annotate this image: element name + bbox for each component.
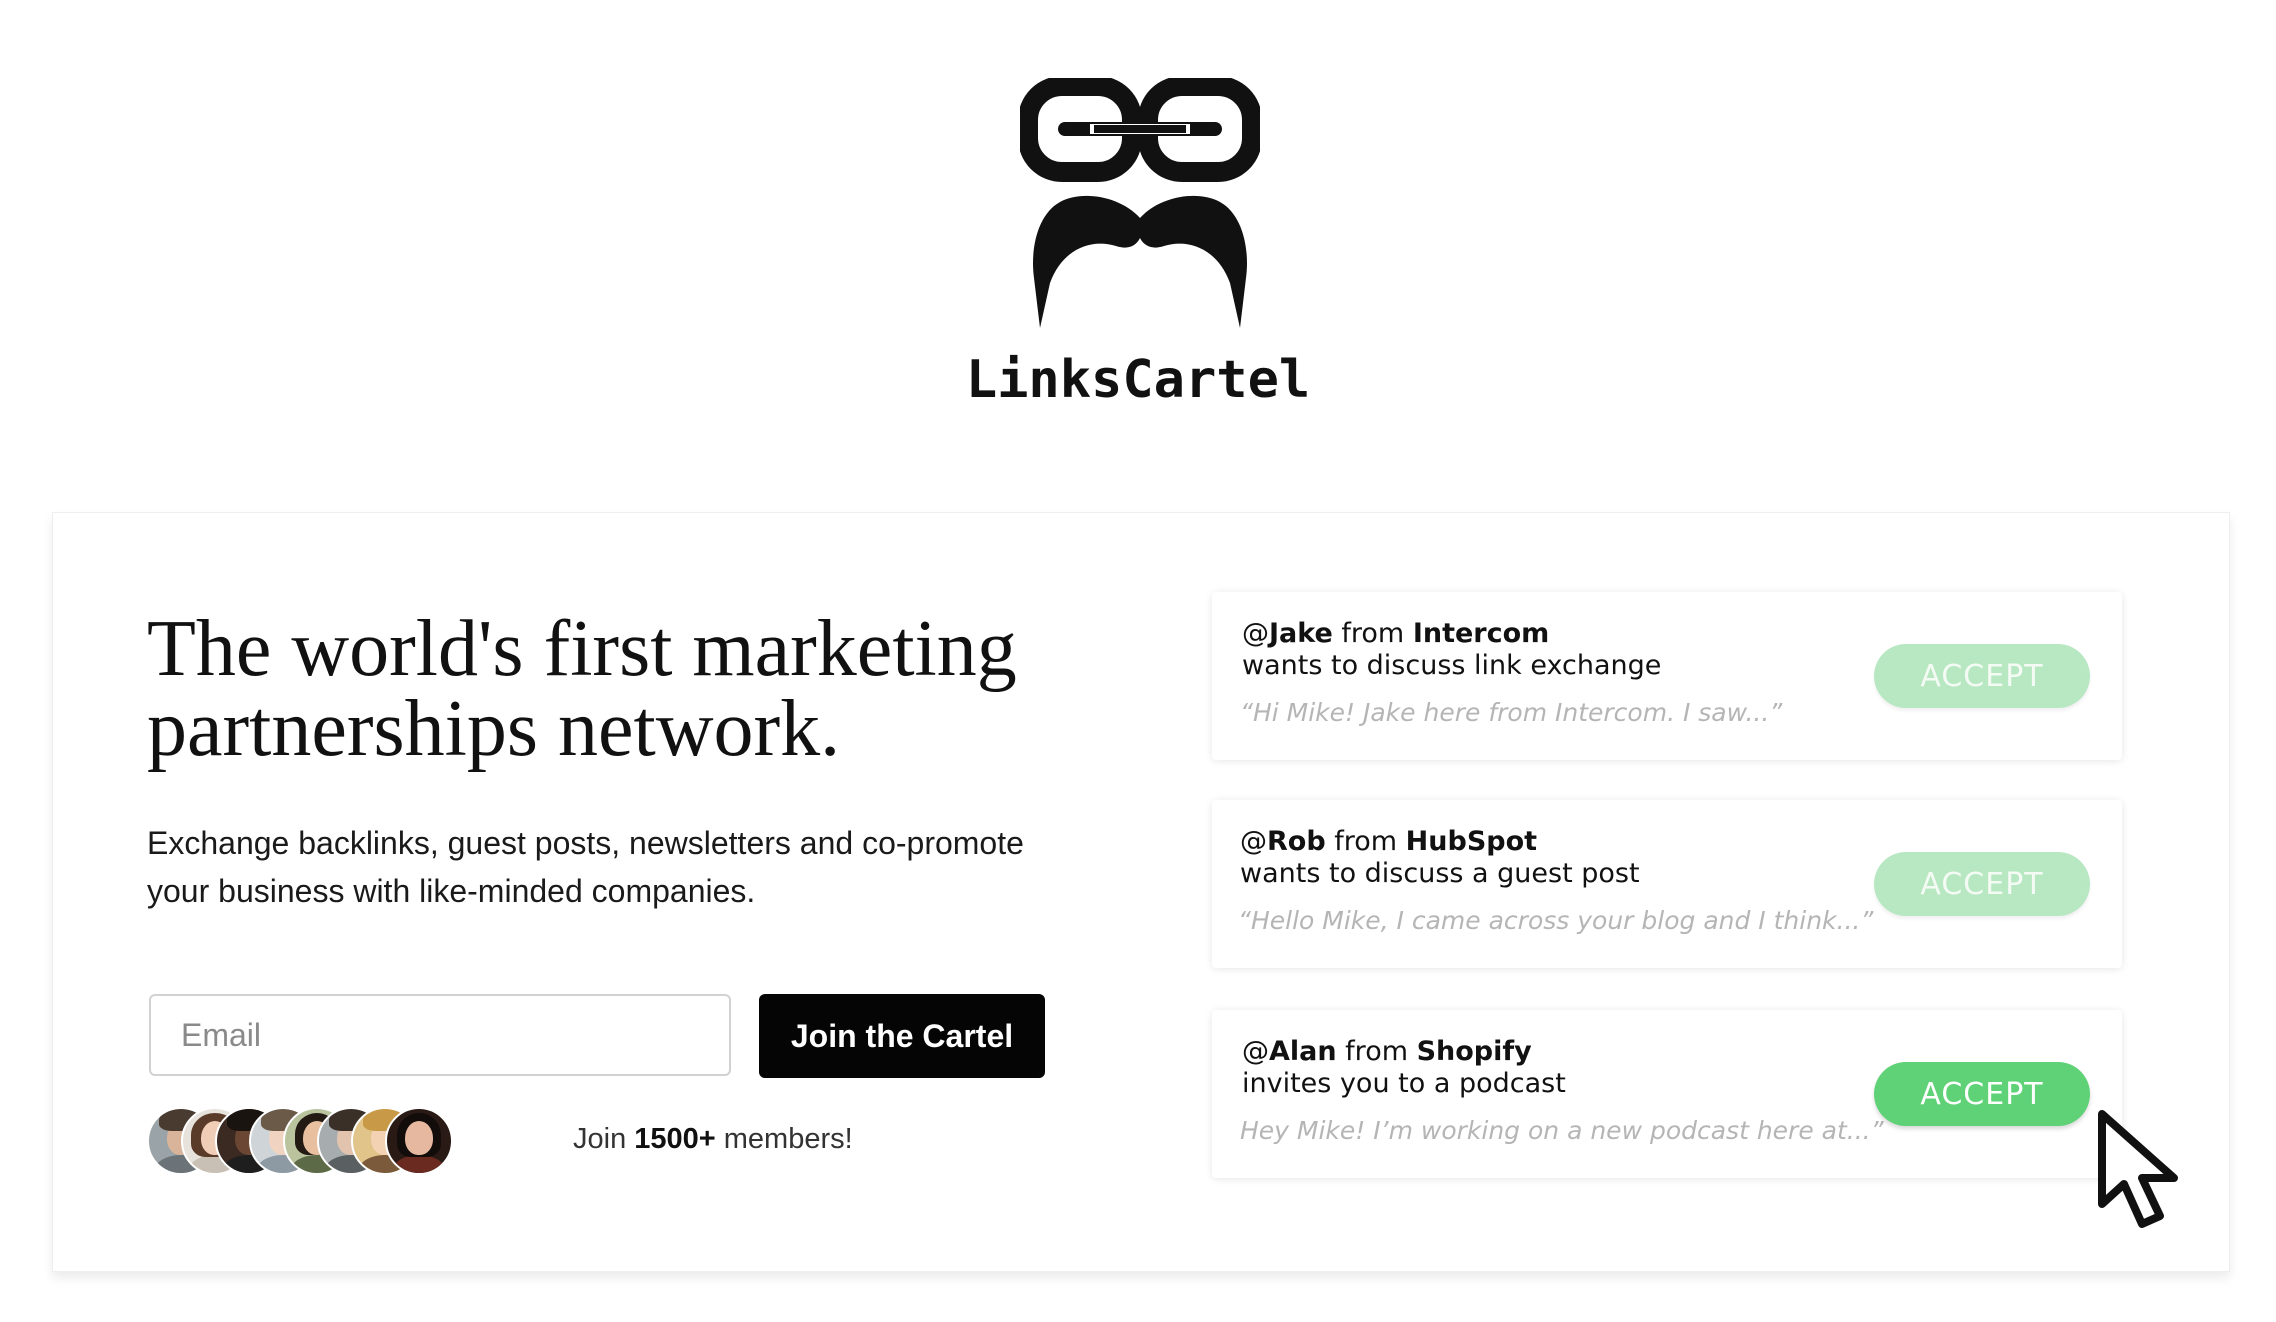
request-action: wants to discuss link exchange [1242, 650, 1662, 681]
page-title: The world's first marketing partnerships… [147, 609, 1147, 769]
sender-company: Intercom [1412, 618, 1550, 649]
request-quote: “Hello Mike, I came across your blog and… [1238, 906, 1874, 935]
sender-name: Jake [1269, 618, 1333, 649]
from-text: from [1332, 618, 1413, 649]
links-cartel-logo [1020, 78, 1260, 328]
sender-name: Rob [1267, 826, 1326, 857]
request-action: invites you to a podcast [1242, 1068, 1566, 1099]
headline-line-2: partnerships network. [147, 685, 841, 773]
members-prefix: Join [573, 1123, 635, 1155]
description-line-2: your business with like-minded companies… [147, 873, 756, 909]
request-quote: Hey Mike! I’m working on a new podcast h… [1240, 1116, 1884, 1145]
from-text: from [1325, 826, 1406, 857]
at-sign: @ [1240, 826, 1267, 857]
request-sender: @Alan from Shopify [1242, 1036, 1532, 1067]
join-the-cartel-button[interactable]: Join the Cartel [759, 994, 1045, 1078]
sender-company: Shopify [1416, 1036, 1532, 1067]
request-quote: “Hi Mike! Jake here from Intercom. I saw… [1240, 698, 1783, 727]
mustache-icon [1033, 195, 1247, 328]
description-line-1: Exchange backlinks, guest posts, newslet… [147, 825, 1024, 861]
brand-header: LinksCartel [0, 0, 2276, 440]
at-sign: @ [1242, 618, 1269, 649]
from-text: from [1336, 1036, 1417, 1067]
members-count: 1500+ [634, 1123, 716, 1155]
sender-company: HubSpot [1405, 826, 1538, 857]
accept-button[interactable]: ACCEPT [1874, 1062, 2090, 1126]
member-avatars [147, 1107, 567, 1175]
members-suffix: members! [715, 1123, 853, 1155]
hero-description: Exchange backlinks, guest posts, newslet… [147, 819, 1147, 915]
mouse-cursor-icon [2098, 1110, 2178, 1228]
chain-link-icon [1020, 78, 1260, 182]
email-field[interactable] [149, 994, 731, 1076]
headline-line-1: The world's first marketing [147, 605, 1017, 693]
accept-button[interactable]: ACCEPT [1874, 852, 2090, 916]
partnership-request-card: @Jake from Intercom wants to discuss lin… [1212, 592, 2122, 760]
sender-name: Alan [1269, 1036, 1337, 1067]
partnership-request-card: @Rob from HubSpot wants to discuss a gue… [1212, 800, 2122, 968]
request-sender: @Jake from Intercom [1242, 618, 1549, 649]
members-count-text: Join 1500+ members! [573, 1123, 853, 1156]
at-sign: @ [1242, 1036, 1269, 1067]
accept-button[interactable]: ACCEPT [1874, 644, 2090, 708]
request-action: wants to discuss a guest post [1240, 858, 1640, 889]
request-sender: @Rob from HubSpot [1240, 826, 1537, 857]
brand-name: LinksCartel [965, 350, 1311, 410]
partnership-request-card: @Alan from Shopify invites you to a podc… [1212, 1010, 2122, 1178]
avatar [385, 1107, 453, 1175]
